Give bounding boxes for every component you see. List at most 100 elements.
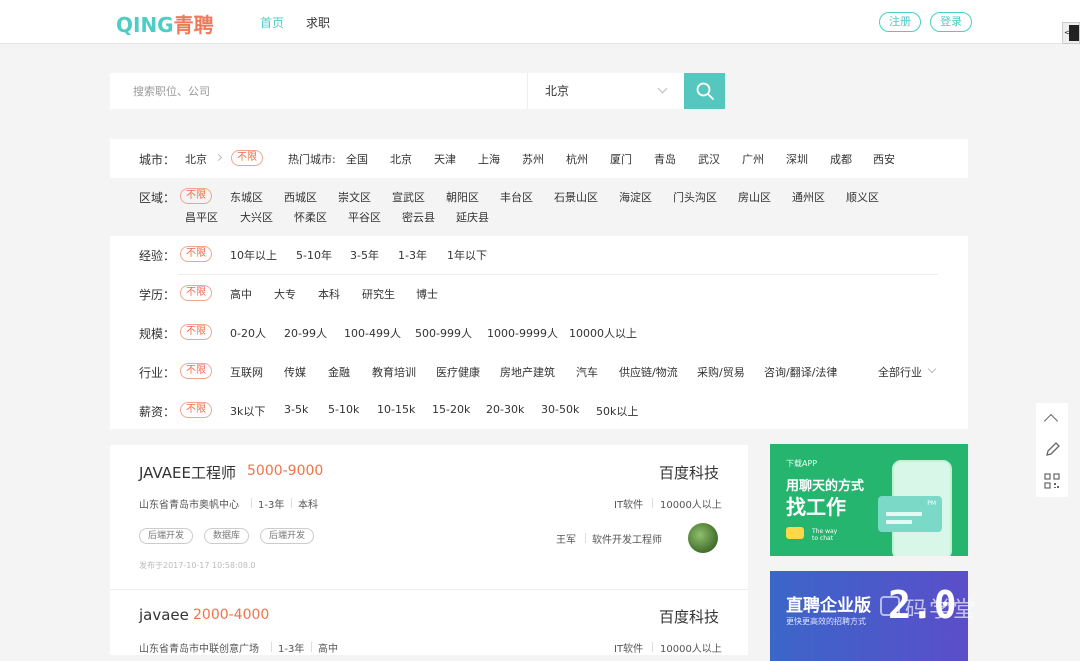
scale-option[interactable]: 10000人以上 <box>569 325 637 341</box>
education-option[interactable]: 大专 <box>274 286 296 302</box>
region-selected-tag[interactable]: 不限 <box>180 188 212 204</box>
experience-option[interactable]: 1年以下 <box>447 247 487 263</box>
company-name[interactable]: 百度科技 <box>659 606 719 627</box>
salary-option[interactable]: 15-20k <box>432 403 470 416</box>
filter-label-education: 学历： <box>139 288 176 302</box>
scale-option[interactable]: 0-20人 <box>230 325 266 341</box>
hot-city[interactable]: 厦门 <box>610 151 632 167</box>
region-option[interactable]: 朝阳区 <box>446 189 479 205</box>
scale-option[interactable]: 500-999人 <box>415 325 472 341</box>
ad-app-line2: 找工作 <box>786 495 846 519</box>
city-selected-tag[interactable]: 不限 <box>231 150 263 166</box>
current-city[interactable]: 北京 <box>185 151 207 167</box>
hot-city[interactable]: 杭州 <box>566 151 588 167</box>
hot-city[interactable]: 武汉 <box>698 151 720 167</box>
industry-option[interactable]: 供应链/物流 <box>619 364 678 380</box>
salary-option[interactable]: 20-30k <box>486 403 524 416</box>
salary-option[interactable]: 3-5k <box>284 403 308 416</box>
industry-option[interactable]: 汽车 <box>576 364 598 380</box>
nav-home[interactable]: 首页 <box>260 14 284 31</box>
all-industry-dropdown[interactable]: 全部行业 <box>878 364 922 380</box>
region-option[interactable]: 西城区 <box>284 189 317 205</box>
search-button[interactable] <box>684 73 725 109</box>
search-input[interactable] <box>110 73 528 109</box>
search-icon <box>696 82 714 100</box>
job-title[interactable]: JAVAEE工程师 <box>139 462 236 483</box>
hot-city[interactable]: 北京 <box>390 151 412 167</box>
hot-city[interactable]: 全国 <box>346 151 368 167</box>
region-option[interactable]: 顺义区 <box>846 189 879 205</box>
nav-jobs[interactable]: 求职 <box>306 14 330 31</box>
region-option[interactable]: 宣武区 <box>392 189 425 205</box>
site-logo[interactable]: QING青聘 <box>116 9 214 38</box>
scale-option[interactable]: 100-499人 <box>344 325 401 341</box>
region-option[interactable]: 怀柔区 <box>294 209 327 225</box>
industry-option[interactable]: 教育培训 <box>372 364 416 380</box>
salary-selected-tag[interactable]: 不限 <box>180 402 212 418</box>
region-option[interactable]: 海淀区 <box>619 189 652 205</box>
company-name[interactable]: 百度科技 <box>659 462 719 483</box>
side-collapse-tab[interactable]: < <box>1062 22 1080 44</box>
hot-city[interactable]: 成都 <box>830 151 852 167</box>
region-option[interactable]: 石景山区 <box>554 189 598 205</box>
region-option[interactable]: 延庆县 <box>456 209 489 225</box>
scale-selected-tag[interactable]: 不限 <box>180 324 212 340</box>
education-option[interactable]: 研究生 <box>362 286 395 302</box>
scale-option[interactable]: 1000-9999人 <box>487 325 558 341</box>
education-option[interactable]: 本科 <box>318 286 340 302</box>
region-option[interactable]: 平谷区 <box>348 209 381 225</box>
hot-city[interactable]: 西安 <box>873 151 895 167</box>
region-option[interactable]: 东城区 <box>230 189 263 205</box>
salary-option[interactable]: 5-10k <box>328 403 359 416</box>
education-option[interactable]: 高中 <box>230 286 252 302</box>
job-title[interactable]: javaee <box>139 606 189 624</box>
floating-toolbar <box>1036 403 1068 497</box>
pencil-icon <box>1046 442 1060 456</box>
experience-option[interactable]: 5-10年 <box>296 247 332 263</box>
hot-city[interactable]: 青岛 <box>654 151 676 167</box>
hot-city[interactable]: 广州 <box>742 151 764 167</box>
city-select[interactable]: 北京 <box>528 73 684 109</box>
salary-option[interactable]: 10-15k <box>377 403 415 416</box>
region-option[interactable]: 房山区 <box>738 189 771 205</box>
salary-option[interactable]: 3k以下 <box>230 403 265 419</box>
hot-city[interactable]: 上海 <box>478 151 500 167</box>
education-selected-tag[interactable]: 不限 <box>180 285 212 301</box>
experience-option[interactable]: 10年以上 <box>230 247 277 263</box>
industry-option[interactable]: 金融 <box>328 364 350 380</box>
job-list: JAVAEE工程师 5000-9000 百度科技 山东省青岛市奥帆中心 1-3年… <box>110 445 748 655</box>
industry-option[interactable]: 采购/贸易 <box>697 364 745 380</box>
region-option[interactable]: 崇文区 <box>338 189 371 205</box>
region-option[interactable]: 大兴区 <box>240 209 273 225</box>
region-option[interactable]: 昌平区 <box>185 209 218 225</box>
region-option[interactable]: 通州区 <box>792 189 825 205</box>
hot-city[interactable]: 深圳 <box>786 151 808 167</box>
register-button[interactable]: 注册 <box>879 12 921 32</box>
industry-option[interactable]: 互联网 <box>230 364 263 380</box>
salary-option[interactable]: 50k以上 <box>596 403 638 419</box>
qrcode-button[interactable] <box>1036 466 1068 496</box>
hot-city[interactable]: 苏州 <box>522 151 544 167</box>
avatar[interactable] <box>688 523 718 553</box>
industry-option[interactable]: 医疗健康 <box>436 364 480 380</box>
industry-option[interactable]: 房地产建筑 <box>500 364 555 380</box>
industry-selected-tag[interactable]: 不限 <box>180 363 212 379</box>
hot-city[interactable]: 天津 <box>434 151 456 167</box>
experience-option[interactable]: 3-5年 <box>350 247 379 263</box>
filter-row-education: 学历： 不限 高中 大专 本科 研究生 博士 <box>110 275 968 314</box>
industry-option[interactable]: 传媒 <box>284 364 306 380</box>
salary-option[interactable]: 30-50k <box>541 403 579 416</box>
experience-option[interactable]: 1-3年 <box>398 247 427 263</box>
region-option[interactable]: 门头沟区 <box>673 189 717 205</box>
education-option[interactable]: 博士 <box>416 286 438 302</box>
back-to-top-button[interactable] <box>1036 404 1068 434</box>
app-download-ad[interactable]: PM 下载APP 用聊天的方式 找工作 The way to chat <box>770 444 968 556</box>
scale-option[interactable]: 20-99人 <box>284 325 327 341</box>
region-option[interactable]: 密云县 <box>402 209 435 225</box>
industry-option[interactable]: 咨询/翻译/法律 <box>764 364 837 380</box>
region-option[interactable]: 丰台区 <box>500 189 533 205</box>
login-button[interactable]: 登录 <box>930 12 972 32</box>
feedback-button[interactable] <box>1036 435 1068 465</box>
watermark-text: 码学堂 <box>905 598 978 623</box>
experience-selected-tag[interactable]: 不限 <box>180 246 212 262</box>
